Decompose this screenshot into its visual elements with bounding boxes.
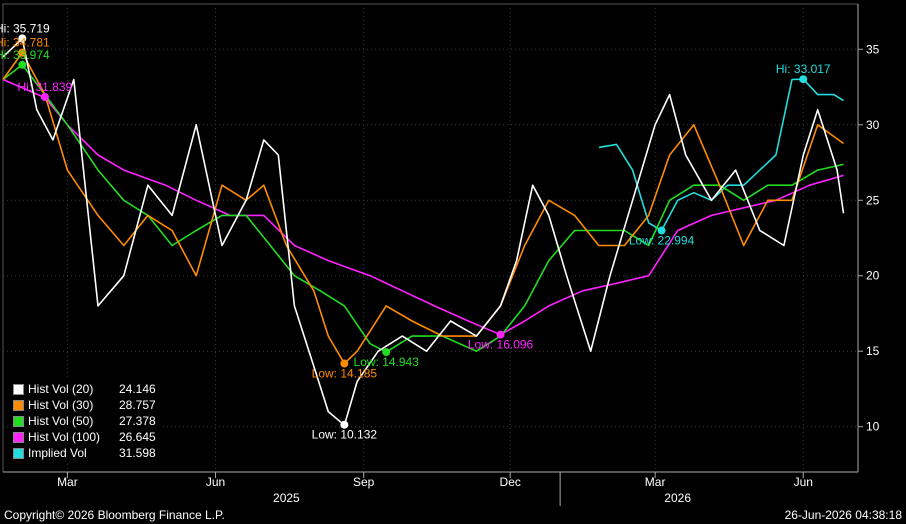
- high-annotation: Hi: 33.017: [776, 62, 831, 76]
- y-tick-label: 10: [866, 420, 880, 434]
- y-tick-label: 25: [866, 193, 880, 207]
- x-tick-label: Dec: [500, 475, 521, 489]
- series-line-hist-vol-100: [2, 78, 844, 336]
- legend-value: 24.146: [119, 382, 156, 396]
- legend-value: 27.378: [119, 414, 156, 428]
- annotation-marker: [40, 93, 49, 102]
- x-tick-label: Mar: [645, 475, 666, 489]
- legend-value: 31.598: [119, 446, 156, 460]
- high-annotation: Hi: 33.974: [0, 48, 50, 62]
- legend-label: Hist Vol (30): [28, 398, 94, 412]
- x-year-label: 2026: [664, 491, 691, 505]
- x-tick-label: Mar: [57, 475, 78, 489]
- y-tick-label: 35: [866, 42, 880, 56]
- x-tick-label: Sep: [353, 475, 375, 489]
- legend-label: Implied Vol: [28, 446, 87, 460]
- annotation-marker: [799, 75, 808, 84]
- legend-label: Hist Vol (50): [28, 414, 94, 428]
- x-year-label: 2025: [273, 491, 300, 505]
- legend-item-hist-vol-30[interactable]: Hist Vol (30) 28.757: [9, 397, 162, 413]
- legend-swatch: [13, 384, 24, 395]
- low-annotation: Low: 16.096: [468, 338, 534, 352]
- legend-swatch: [13, 416, 24, 427]
- legend-value: 26.645: [119, 430, 156, 444]
- low-annotation: Low: 14.943: [354, 355, 420, 369]
- x-tick-label: Jun: [794, 475, 813, 489]
- series-line-hist-vol-50: [2, 64, 844, 353]
- x-tick-label: Jun: [206, 475, 225, 489]
- legend-item-hist-vol-50[interactable]: Hist Vol (50) 27.378: [9, 413, 162, 429]
- low-annotation: Low: 22.994: [629, 234, 695, 248]
- series-line-hist-vol-30: [2, 51, 844, 365]
- legend-item-implied-vol[interactable]: Implied Vol 31.598: [9, 445, 162, 461]
- y-tick-label: 30: [866, 118, 880, 132]
- legend-label: Hist Vol (20): [28, 382, 94, 396]
- high-annotation: Hi: 35.719: [0, 21, 50, 35]
- legend-item-hist-vol-100[interactable]: Hist Vol (100) 26.645: [9, 429, 162, 445]
- high-annotation: Hi: 31.839: [18, 80, 73, 94]
- y-tick-label: 20: [866, 269, 880, 283]
- legend-value: 28.757: [119, 398, 156, 412]
- legend: Hist Vol (20) 24.146 Hist Vol (30) 28.75…: [9, 379, 162, 464]
- legend-swatch: [13, 448, 24, 459]
- legend-swatch: [13, 400, 24, 411]
- annotation-marker: [18, 60, 27, 69]
- series-line-hist-vol-20: [2, 37, 845, 427]
- legend-swatch: [13, 432, 24, 443]
- low-annotation: Low: 10.132: [312, 428, 378, 442]
- timestamp-text: 26-Jun-2026 04:38:18: [784, 508, 902, 522]
- legend-item-hist-vol-20[interactable]: Hist Vol (20) 24.146: [9, 381, 162, 397]
- legend-label: Hist Vol (100): [28, 430, 101, 444]
- copyright-text: Copyright© 2026 Bloomberg Finance L.P.: [4, 508, 225, 522]
- y-tick-label: 15: [866, 344, 880, 358]
